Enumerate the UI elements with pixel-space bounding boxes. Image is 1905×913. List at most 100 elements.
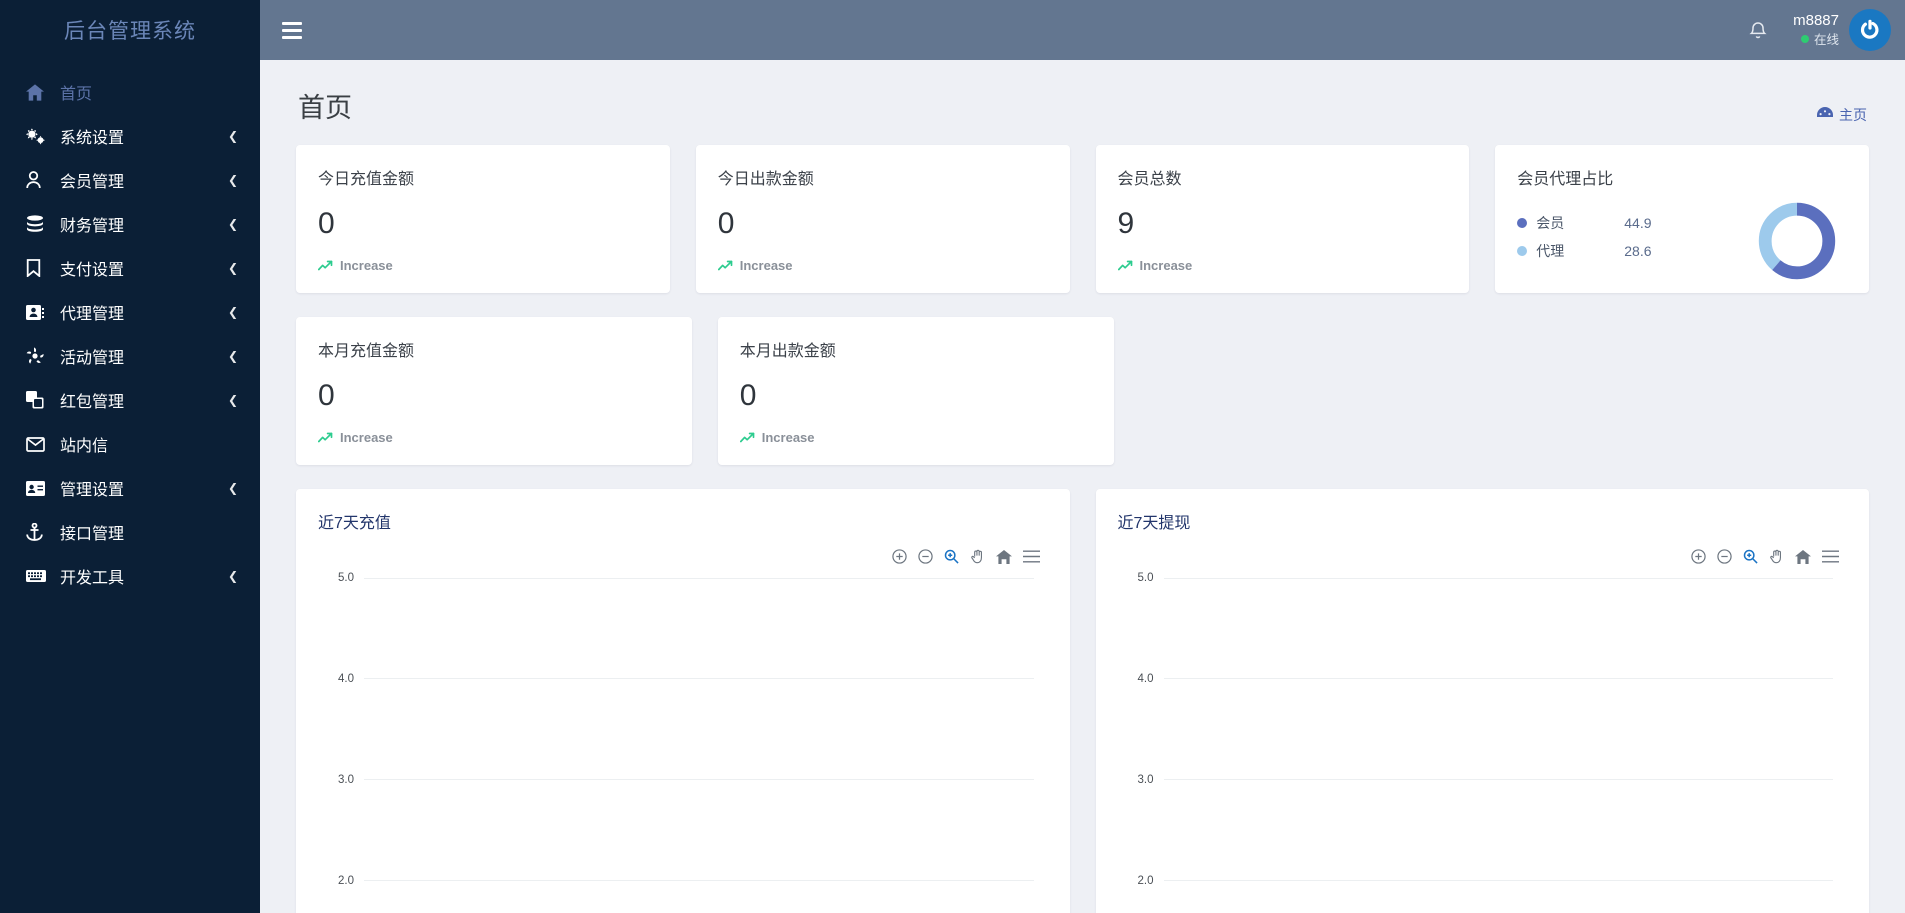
legend-item[interactable]: 会员 44.9 (1517, 213, 1755, 233)
sidebar-item-system-settings[interactable]: 系统设置 ❮ (0, 114, 260, 158)
menu-icon[interactable] (1822, 550, 1839, 563)
gridline: 4.0 (318, 673, 1034, 685)
donut-card-title: 会员代理占比 (1517, 171, 1614, 188)
brand-title: 后台管理系统 (64, 20, 196, 43)
stat-value: 0 (318, 207, 335, 240)
sidebar-item-dev-tools[interactable]: 开发工具 ❮ (0, 554, 260, 598)
sidebar-item-inbox[interactable]: 站内信 (0, 422, 260, 466)
stat-footer-label: Increase (340, 258, 393, 273)
stat-footer: Increase (318, 258, 648, 273)
sidebar: 后台管理系统 首页 系统设置 ❮ 会员管理 ❮ 财务管理 ❮ 支付设置 ❮ 代理… (0, 0, 260, 913)
sidebar-item-activity-management[interactable]: 活动管理 ❮ (0, 334, 260, 378)
sidebar-item-admin-settings[interactable]: 管理设置 ❮ (0, 466, 260, 510)
chevron-left-icon: ❮ (227, 349, 238, 363)
app-root: 后台管理系统 首页 系统设置 ❮ 会员管理 ❮ 财务管理 ❮ 支付设置 ❮ 代理… (0, 0, 1905, 913)
sidebar-item-api-management[interactable]: 接口管理 (0, 510, 260, 554)
selection-icon[interactable] (1743, 549, 1758, 564)
gridline-rule (364, 577, 1034, 579)
dashboard-icon (1817, 106, 1833, 124)
pan-icon[interactable] (970, 549, 985, 564)
gridline: 5.0 (1118, 572, 1833, 584)
row2-spacer-1 (1140, 317, 1492, 465)
stats-row-1: 今日充值金额 0 Increase 今日出款金额 0 Increase 会员总数… (296, 145, 1869, 293)
chevron-left-icon: ❮ (227, 481, 238, 495)
donut-chart[interactable] (1755, 199, 1839, 283)
hamburger-bar (282, 35, 302, 39)
reset-home-icon[interactable] (1795, 549, 1811, 564)
y-tick-label: 3.0 (338, 773, 354, 786)
user-info[interactable]: m8887 在线 (1793, 12, 1839, 48)
sidebar-item-finance-management[interactable]: 财务管理 ❮ (0, 202, 260, 246)
y-tick-label: 5.0 (338, 572, 354, 584)
envelope-icon (26, 436, 60, 452)
pan-icon[interactable] (1769, 549, 1784, 564)
charts-row: 近7天充值 5.0 4.0 3.0 2.0 近7天提现 5.0 4.0 3.0 … (296, 489, 1869, 913)
anchor-icon (26, 523, 60, 541)
gridline: 2.0 (1118, 875, 1833, 887)
gridline: 2.0 (318, 875, 1034, 887)
chart-title: 近7天提现 (1117, 515, 1191, 532)
zoom-out-icon[interactable] (917, 549, 933, 564)
sidebar-item-label: 财务管理 (60, 218, 125, 235)
stat-title: 今日充值金额 (318, 171, 415, 188)
asterisk-icon (26, 347, 60, 365)
sidebar-item-agent-management[interactable]: 代理管理 ❮ (0, 290, 260, 334)
bell-icon[interactable] (1749, 20, 1767, 40)
trend-up-icon (739, 432, 755, 443)
sidebar-item-label: 站内信 (60, 438, 109, 455)
chart-plot-area[interactable]: 5.0 4.0 3.0 2.0 (1118, 572, 1848, 913)
home-icon (26, 83, 60, 101)
y-tick-label: 4.0 (1137, 672, 1154, 685)
sidebar-item-payment-settings[interactable]: 支付设置 ❮ (0, 246, 260, 290)
zoom-out-icon[interactable] (1717, 549, 1732, 564)
sidebar-item-label: 会员管理 (60, 174, 125, 191)
breadcrumb[interactable]: 主页 (1817, 105, 1867, 125)
legend-item[interactable]: 代理 28.6 (1517, 241, 1755, 261)
sidebar-item-label: 红包管理 (60, 394, 125, 411)
stat-card-today-withdraw: 今日出款金额 0 Increase (695, 145, 1070, 293)
stat-value: 0 (739, 379, 757, 412)
legend-label: 会员 (1536, 215, 1565, 231)
sidebar-item-label: 活动管理 (60, 350, 125, 367)
sidebar-item-label: 管理设置 (60, 482, 125, 499)
legend-value: 44.9 (1624, 215, 1652, 231)
selection-icon[interactable] (944, 549, 959, 564)
gridline-rule (364, 779, 1034, 781)
cogs-icon (26, 127, 60, 145)
zoom-in-icon[interactable] (891, 549, 907, 564)
chevron-left-icon: ❮ (227, 305, 238, 319)
stat-title: 本月充值金额 (318, 343, 415, 360)
stat-footer: Increase (1117, 258, 1448, 273)
y-tick-label: 4.0 (338, 672, 354, 685)
breadcrumb-label: 主页 (1839, 107, 1867, 123)
hamburger-icon[interactable] (282, 19, 308, 41)
stat-card-today-recharge: 今日充值金额 0 Increase (296, 145, 670, 293)
sidebar-item-home[interactable]: 首页 (0, 70, 260, 114)
main-area: m8887 在线 首页 主页 今日充值金额 0 Increase 今日出款金额 … (260, 0, 1905, 913)
contact-icon (26, 480, 60, 496)
stat-card-total-members: 会员总数 9 Increase (1095, 145, 1470, 293)
donut-body: 会员 44.9 代理 28.6 (1517, 199, 1847, 283)
menu-icon[interactable] (1022, 550, 1040, 563)
chevron-left-icon: ❮ (227, 569, 238, 583)
avatar[interactable] (1849, 9, 1891, 51)
page-content: 首页 主页 今日充值金额 0 Increase 今日出款金额 0 Increas… (260, 60, 1905, 913)
chevron-left-icon: ❮ (227, 393, 238, 407)
stat-title: 会员总数 (1117, 171, 1182, 188)
trend-up-icon (318, 260, 333, 271)
chart-card-recharge-7d: 近7天充值 5.0 4.0 3.0 2.0 (296, 489, 1070, 913)
trend-up-icon (1117, 260, 1133, 271)
stat-value: 0 (717, 207, 735, 240)
gridline: 3.0 (318, 774, 1034, 786)
stat-footer-label: Increase (1139, 258, 1193, 273)
reset-home-icon[interactable] (995, 549, 1012, 564)
stat-footer-label: Increase (340, 430, 393, 445)
sidebar-item-member-management[interactable]: 会员管理 ❮ (0, 158, 260, 202)
sidebar-item-redpacket-management[interactable]: 红包管理 ❮ (0, 378, 260, 422)
gridline: 4.0 (1118, 672, 1833, 685)
zoom-in-icon[interactable] (1691, 549, 1706, 564)
gridline: 5.0 (318, 572, 1034, 584)
chart-plot-area[interactable]: 5.0 4.0 3.0 2.0 (318, 572, 1048, 913)
sidebar-item-label: 支付设置 (60, 262, 125, 279)
stat-value: 9 (1117, 207, 1135, 240)
